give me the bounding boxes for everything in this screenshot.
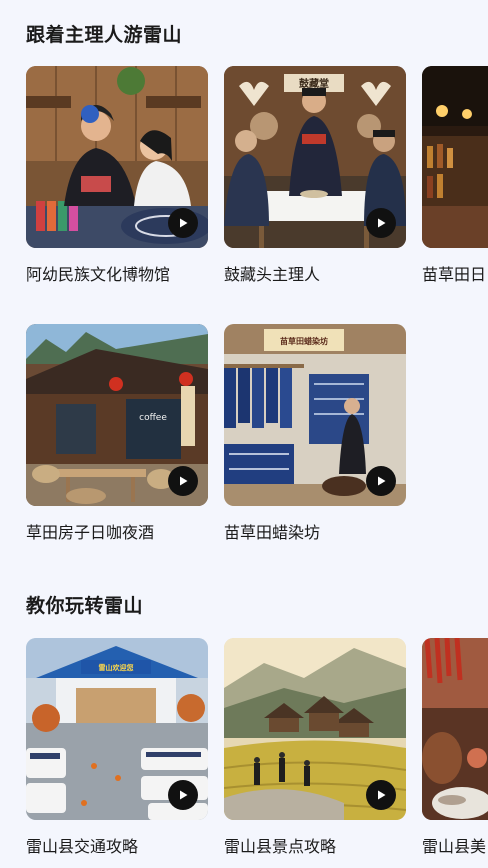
play-icon <box>378 476 386 486</box>
play-button[interactable] <box>366 780 396 810</box>
play-button[interactable] <box>168 466 198 496</box>
card-caption[interactable]: 鼓藏头主理人 <box>224 261 406 285</box>
batik-workshop-sign: 苗草田蜡染坊 <box>280 336 328 346</box>
play-button[interactable] <box>168 208 198 238</box>
play-icon <box>180 790 188 800</box>
card-thumbnail[interactable] <box>224 638 406 820</box>
card-food-guide[interactable]: 雷山县美 <box>422 638 488 857</box>
play-icon <box>180 218 188 228</box>
card-guzangtou-host[interactable]: 鼓藏堂 鼓藏头主理人 <box>224 66 406 285</box>
local-food-image <box>422 638 488 820</box>
play-button[interactable] <box>366 466 396 496</box>
card-thumbnail[interactable]: 鼓藏堂 <box>224 66 406 248</box>
card-miaocaotian-batik[interactable]: 苗草田蜡染坊 苗草田蜡染坊 <box>224 324 406 543</box>
card-thumbnail[interactable] <box>422 638 488 820</box>
tips-card-row[interactable]: 雷山欢迎您 雷山县交通攻略 雷山县景点攻略 雷山县美 <box>0 638 488 868</box>
card-miaocaotian-bar[interactable]: 苗草田日 <box>422 66 488 285</box>
play-button[interactable] <box>366 208 396 238</box>
section-title-tips: 教你玩转雷山 <box>26 595 144 617</box>
card-scenic-guide[interactable]: 雷山县景点攻略 <box>224 638 406 857</box>
play-icon <box>378 790 386 800</box>
station-welcome-sign: 雷山欢迎您 <box>99 663 134 672</box>
play-icon <box>180 476 188 486</box>
night-bar-image <box>422 66 488 248</box>
card-caption[interactable]: 雷山县交通攻略 <box>26 833 208 857</box>
card-caption[interactable]: 苗草田蜡染坊 <box>224 519 406 543</box>
card-thumbnail[interactable] <box>422 66 488 248</box>
card-thumbnail[interactable] <box>26 66 208 248</box>
coffee-sign: coffee <box>139 413 167 423</box>
card-thumbnail[interactable]: 苗草田蜡染坊 <box>224 324 406 506</box>
play-button[interactable] <box>168 780 198 810</box>
card-transport-guide[interactable]: 雷山欢迎您 雷山县交通攻略 <box>26 638 208 857</box>
card-caption[interactable]: 雷山县景点攻略 <box>224 833 406 857</box>
card-caption[interactable]: 草田房子日咖夜酒 <box>26 519 208 543</box>
card-caotian-coffee[interactable]: coffee 草田房子日咖夜酒 <box>26 324 208 543</box>
card-ayou-museum[interactable]: 阿幼民族文化博物馆 <box>26 66 208 285</box>
card-caption[interactable]: 雷山县美 <box>422 833 488 857</box>
section-title-guides: 跟着主理人游雷山 <box>26 24 183 46</box>
card-caption[interactable]: 苗草田日 <box>422 261 488 285</box>
card-thumbnail[interactable]: coffee <box>26 324 208 506</box>
guide-card-row-2[interactable]: coffee 草田房子日咖夜酒 苗草田蜡染坊 苗草田蜡染坊 <box>0 324 488 554</box>
guide-card-row[interactable]: 阿幼民族文化博物馆 鼓藏堂 鼓藏头主理人 苗草田日 <box>0 66 488 296</box>
play-icon <box>378 218 386 228</box>
card-caption[interactable]: 阿幼民族文化博物馆 <box>26 261 208 285</box>
card-thumbnail[interactable]: 雷山欢迎您 <box>26 638 208 820</box>
